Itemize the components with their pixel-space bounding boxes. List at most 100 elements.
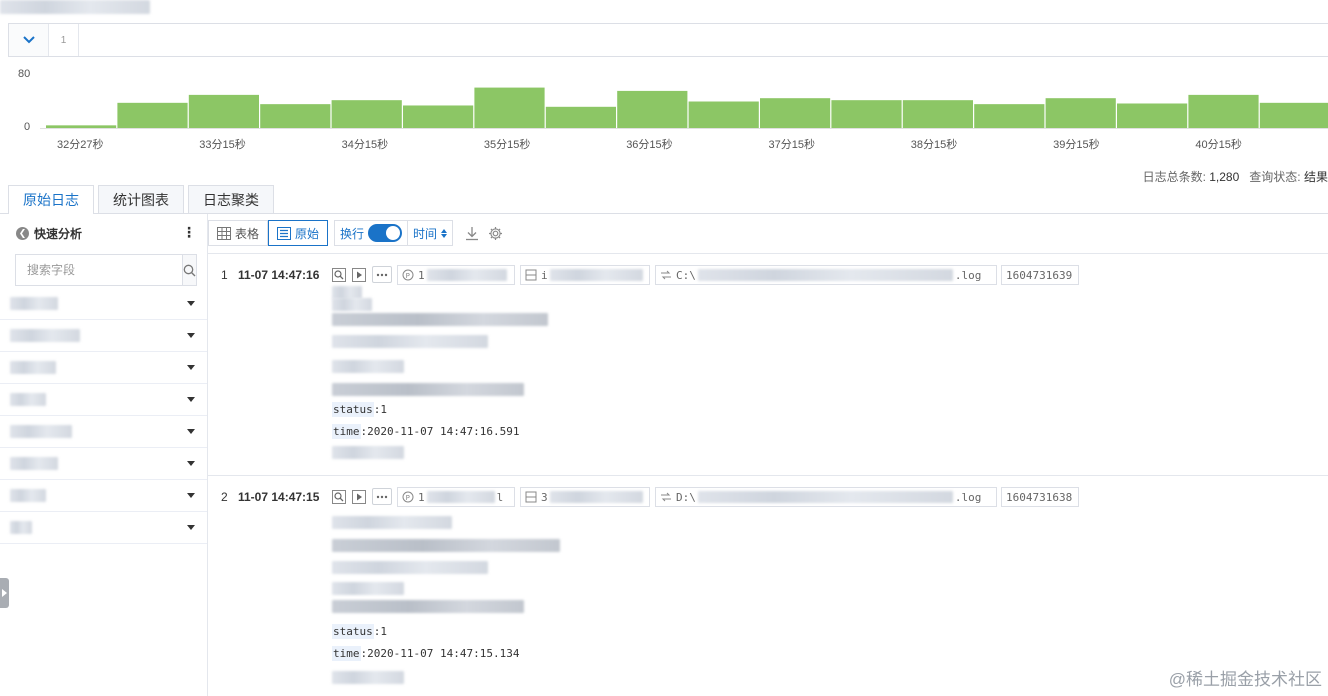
histogram-bar[interactable] (403, 105, 474, 128)
quick-analysis-header[interactable]: ❮ 快速分析 (16, 225, 82, 242)
source-value (426, 491, 495, 503)
x-tick-label: 33分15秒 (199, 139, 246, 151)
table-icon (217, 226, 231, 240)
entry-divider (208, 475, 1328, 476)
collapse-query-button[interactable] (9, 24, 49, 56)
file-path-value (697, 491, 953, 503)
source-prefix: 1 (418, 490, 425, 504)
result-tabs: 原始日志 统计图表 日志聚类 (8, 185, 278, 214)
histogram-bar[interactable] (188, 94, 259, 128)
caret-down-icon (187, 525, 195, 530)
field-item[interactable] (0, 480, 207, 512)
status-field: status:1 (332, 624, 387, 639)
histogram-bar[interactable] (1045, 98, 1116, 128)
ellipsis-icon[interactable] (372, 266, 392, 283)
field-item[interactable] (0, 320, 207, 352)
blurred-field (332, 582, 404, 595)
sort-time-select[interactable]: 时间 (407, 221, 452, 245)
file-path-prefix: D:\ (676, 490, 696, 504)
raw-view-button[interactable]: 原始 (268, 220, 329, 246)
histogram-bar[interactable] (474, 87, 545, 128)
file-path-tag[interactable]: C:\ .log (655, 265, 997, 285)
histogram-bar[interactable] (1117, 103, 1188, 128)
play-icon[interactable] (350, 266, 367, 283)
context-search-icon[interactable] (330, 266, 347, 283)
histogram-bar[interactable] (831, 100, 902, 128)
histogram-bar[interactable] (974, 104, 1045, 128)
file-path-value (697, 269, 953, 281)
blurred-field (332, 313, 548, 326)
field-search (15, 254, 197, 286)
status-value: :1 (373, 625, 387, 638)
context-search-icon[interactable] (330, 488, 347, 505)
total-count-label: 日志总条数: (1142, 170, 1206, 184)
sidebar-collapse-handle[interactable] (0, 578, 9, 608)
more-vertical-icon[interactable]: ⋮ (182, 224, 196, 241)
blurred-field (332, 383, 524, 396)
histogram-bar[interactable] (331, 100, 402, 128)
log-time: 11-07 14:47:15 (238, 490, 320, 504)
svg-text:P: P (406, 494, 410, 502)
histogram-bar[interactable] (1188, 94, 1259, 128)
field-list (0, 288, 207, 544)
toolbar-divider (208, 253, 1328, 254)
histogram-bar[interactable] (902, 100, 973, 128)
histogram-bar[interactable] (617, 90, 688, 128)
list-icon (277, 226, 292, 240)
histogram-bar[interactable] (260, 104, 331, 128)
timestamp-tag[interactable]: 1604731638 (1001, 487, 1079, 507)
blurred-field (332, 446, 404, 459)
sort-time-label: 时间 (413, 226, 438, 241)
field-item[interactable] (0, 448, 207, 480)
field-name (10, 361, 56, 374)
field-name (10, 297, 58, 310)
histogram-bar[interactable] (545, 106, 616, 128)
time-field: time:2020-11-07 14:47:16.591 (332, 424, 519, 439)
caret-down-icon (187, 365, 195, 370)
timestamp-value: 1604731639 (1006, 268, 1073, 282)
histogram-bar[interactable] (1259, 102, 1328, 128)
wrap-toggle[interactable] (368, 224, 403, 242)
host-value (549, 491, 643, 503)
x-tick-label: 39分15秒 (1053, 139, 1100, 151)
file-path-suffix: .log (954, 268, 982, 282)
histogram-bar[interactable] (46, 125, 117, 128)
caret-down-icon (187, 461, 195, 466)
field-search-button[interactable] (182, 255, 196, 285)
query-line-number: 1 (49, 24, 79, 56)
histogram-bar[interactable] (117, 102, 188, 128)
field-item[interactable] (0, 512, 207, 544)
field-name (10, 489, 46, 502)
file-path-tag[interactable]: D:\ .log (655, 487, 997, 507)
download-icon[interactable] (465, 226, 479, 241)
field-item[interactable] (0, 384, 207, 416)
source-tag[interactable]: P 1 l (397, 487, 515, 507)
field-name (10, 457, 58, 470)
timestamp-tag[interactable]: 1604731639 (1001, 265, 1079, 285)
field-item[interactable] (0, 288, 207, 320)
tab-log-clustering[interactable]: 日志聚类 (188, 185, 274, 213)
histogram-bar[interactable] (760, 98, 831, 128)
x-tick-label: 32分27秒 (57, 139, 104, 151)
histogram-bar[interactable] (688, 101, 759, 129)
host-tag[interactable]: i (520, 265, 650, 285)
ellipsis-icon[interactable] (372, 488, 392, 505)
source-tag[interactable]: P 1 (397, 265, 515, 285)
source-icon: P (402, 491, 414, 503)
field-item[interactable] (0, 352, 207, 384)
field-search-input[interactable] (16, 255, 182, 285)
blurred-field (332, 516, 452, 529)
gear-icon[interactable] (488, 226, 503, 241)
tab-charts[interactable]: 统计图表 (98, 185, 184, 213)
query-input[interactable] (79, 24, 1328, 56)
tab-raw-logs[interactable]: 原始日志 (8, 185, 94, 214)
host-tag[interactable]: 3 (520, 487, 650, 507)
field-item[interactable] (0, 416, 207, 448)
file-path-prefix: C:\ (676, 268, 696, 282)
field-name (10, 521, 32, 534)
file-icon (660, 269, 672, 281)
table-view-button[interactable]: 表格 (208, 220, 269, 246)
blurred-field (332, 671, 404, 684)
play-icon[interactable] (350, 488, 367, 505)
caret-down-icon (187, 301, 195, 306)
